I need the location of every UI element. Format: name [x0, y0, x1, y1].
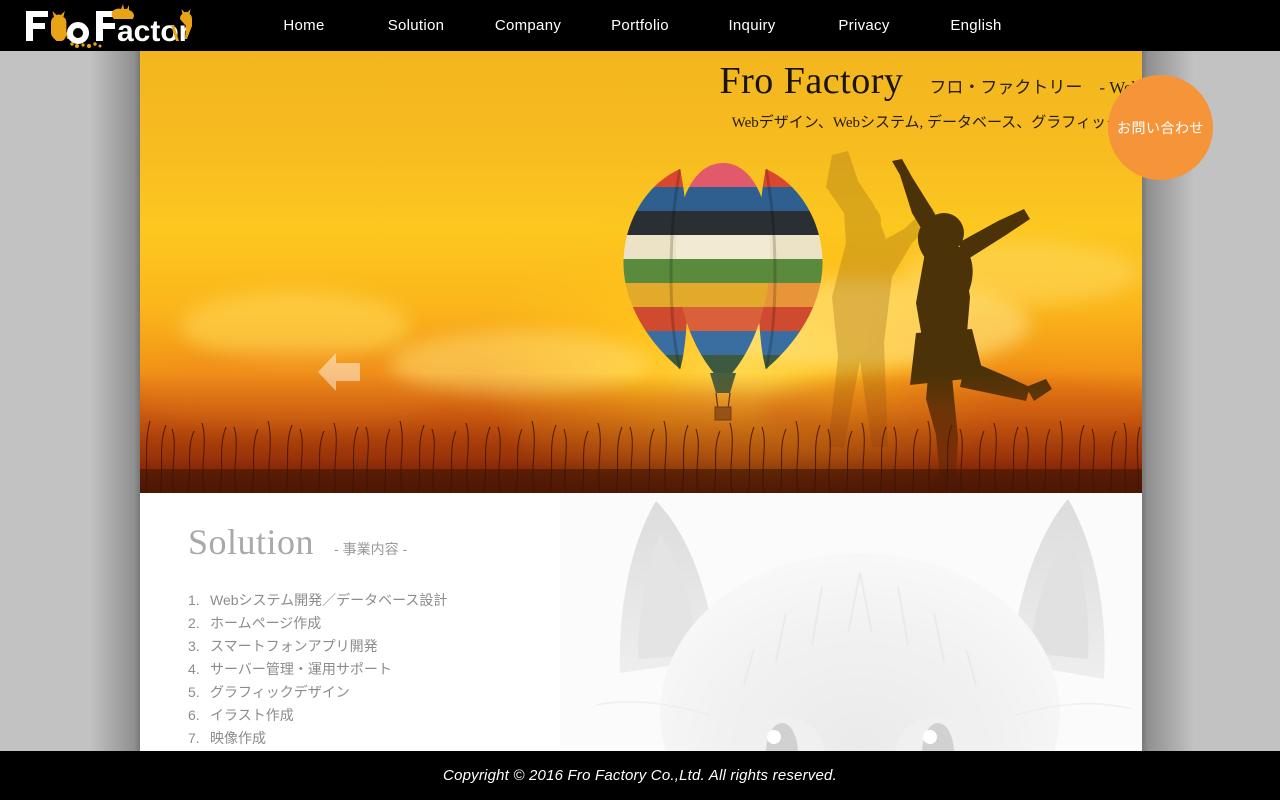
list-item-number: 1. — [188, 592, 200, 608]
content-left-shadow — [90, 51, 140, 751]
hero-tagline: Webデザイン、Webシステム, データベース、グラフィックデ — [731, 115, 1136, 131]
list-item[interactable]: 2. ホームページ作成 — [188, 612, 447, 635]
contact-floating-button[interactable]: お問い合わせ — [1108, 75, 1213, 180]
list-item-label: スマートフォンアプリ開発 — [210, 638, 378, 654]
list-item-number: 4. — [188, 661, 200, 677]
grass-field — [140, 373, 1142, 493]
list-item-label: ホームページ作成 — [210, 615, 322, 631]
list-item-number: 5. — [188, 684, 200, 700]
list-item[interactable]: 1. Webシステム開発／データベース設計 — [188, 589, 447, 612]
list-item[interactable]: 6. イラスト作成 — [188, 704, 447, 727]
solution-service-list: 1. Webシステム開発／データベース設計 2. ホームページ作成 3. スマートフォ… — [188, 589, 447, 751]
hero-slider[interactable]: Fro Factory フロ・ファクトリー - Web Webデザイン、Webシ… — [140, 51, 1142, 493]
site-header: actor Home Solution Company Portfolio In… — [0, 0, 1280, 51]
contact-floating-button-label: お問い合わせ — [1117, 119, 1204, 136]
nav-item-inquiry[interactable]: Inquiry — [696, 11, 808, 40]
list-item[interactable]: 7. 映像作成 — [188, 727, 447, 750]
page-root: actor Home Solution Company Portfolio In… — [0, 0, 1280, 800]
nav-cell-inquiry: Inquiry — [696, 11, 808, 40]
list-item-label: イラスト作成 — [210, 707, 294, 723]
list-item-label: グラフィックデザイン — [210, 684, 350, 700]
svg-text:actor: actor — [117, 15, 191, 48]
hero-text-block: Fro Factory フロ・ファクトリー - Web Webデザイン、Webシ… — [140, 51, 1142, 132]
list-item-number: 3. — [188, 638, 200, 654]
solution-heading: Solution - 事業内容 - — [188, 521, 407, 563]
arrow-left-icon — [318, 353, 360, 391]
list-item-label: Webシステム開発／データベース設計 — [210, 592, 448, 608]
list-item-label: サーバー管理・運用サポート — [210, 661, 392, 677]
nav-cell-english: English — [920, 11, 1032, 40]
content-column: Fro Factory フロ・ファクトリー - Web Webデザイン、Webシ… — [140, 51, 1142, 751]
nav-item-company[interactable]: Company — [472, 11, 584, 40]
solution-section: Solution - 事業内容 - 1. Webシステム開発／データベース設計 2… — [140, 493, 1142, 751]
nav-item-home[interactable]: Home — [248, 11, 360, 40]
cat-watermark-image — [560, 493, 1142, 751]
list-item-number: 6. — [188, 707, 200, 723]
list-item[interactable]: 3. スマートフォンアプリ開発 — [188, 635, 447, 658]
list-item[interactable]: 4. サーバー管理・運用サポート — [188, 658, 447, 681]
list-item-number: 2. — [188, 615, 200, 631]
solution-subtitle: - 事業内容 - — [334, 541, 408, 557]
nav-cell-portfolio: Portfolio — [584, 11, 696, 40]
list-item[interactable]: 5. グラフィックデザイン — [188, 681, 447, 704]
nav-cell-solution: Solution — [360, 11, 472, 40]
nav-cell-company: Company — [472, 11, 584, 40]
list-item-label: 映像作成 — [210, 730, 266, 746]
nav-cell-privacy: Privacy — [808, 11, 920, 40]
cat-silhouette-logo-icon: actor — [26, 4, 192, 49]
hero-subtitle: フロ・ファクトリー - Web — [929, 78, 1140, 97]
nav-cell-home: Home — [248, 11, 360, 40]
main-navigation: Home Solution Company Portfolio Inquiry … — [248, 0, 1032, 51]
site-logo[interactable]: actor — [14, 1, 194, 49]
hero-title: Fro Factory — [719, 60, 904, 102]
hero-title-row: Fro Factory フロ・ファクトリー - Web — [140, 51, 1140, 103]
slider-prev-button[interactable] — [318, 349, 360, 395]
nav-item-portfolio[interactable]: Portfolio — [584, 11, 696, 40]
solution-title: Solution — [188, 522, 315, 562]
footer-copyright: Copyright © 2016 Fro Factory Co.,Ltd. Al… — [443, 767, 837, 784]
nav-item-solution[interactable]: Solution — [360, 11, 472, 40]
site-footer: Copyright © 2016 Fro Factory Co.,Ltd. Al… — [0, 751, 1280, 800]
list-item-number: 7. — [188, 730, 200, 746]
nav-item-english[interactable]: English — [920, 11, 1032, 40]
nav-item-privacy[interactable]: Privacy — [808, 11, 920, 40]
